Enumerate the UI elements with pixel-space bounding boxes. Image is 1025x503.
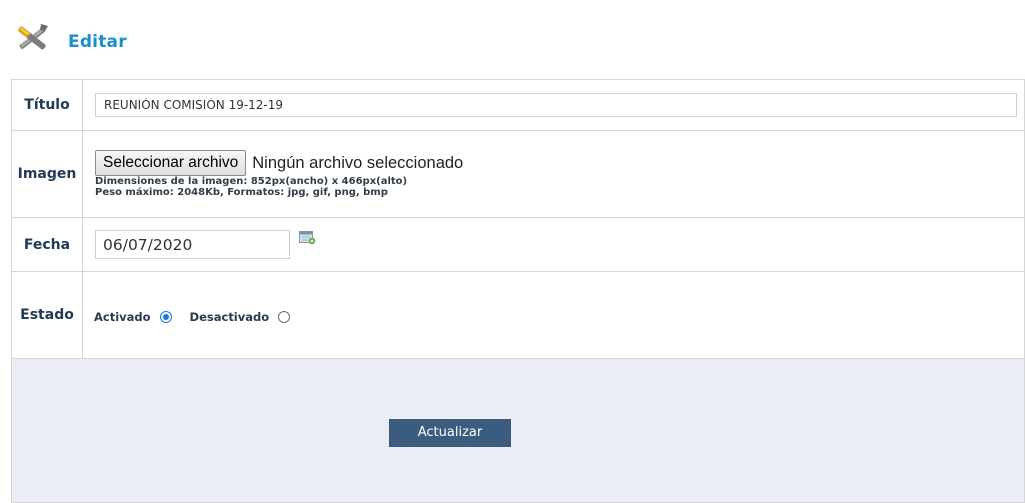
actualizar-button[interactable]: Actualizar [389,418,511,447]
actions-row: Actualizar [11,358,1025,503]
titulo-label: Título [11,79,83,131]
fecha-row: Fecha [11,217,1025,272]
titulo-input[interactable] [95,93,1017,117]
file-status: Ningún archivo seleccionado [252,153,464,172]
activado-radio[interactable] [159,311,172,323]
page-header: Editar [0,0,1025,70]
edit-form: Título Imagen Seleccionar archivo Ningún… [11,79,1025,503]
imagen-label: Imagen [11,130,83,218]
image-dimensions-hint: Dimensiones de la imagen: 852px(ancho) x… [95,176,408,187]
choose-file-button[interactable]: Seleccionar archivo [95,150,247,176]
desactivado-label[interactable]: Desactivado [190,310,270,324]
activado-label[interactable]: Activado [94,310,151,324]
imagen-row: Imagen Seleccionar archivo Ningún archiv… [11,130,1025,218]
calendar-icon[interactable] [299,230,316,245]
tools-icon [18,24,48,50]
fecha-label: Fecha [11,217,83,272]
page-title: Editar [68,32,127,52]
image-format-hint: Peso máximo: 2048Kb, Formatos: jpg, gif,… [95,187,388,198]
titulo-row: Título [11,79,1025,131]
estado-radio-group: Activado Desactivado [94,310,1024,324]
fecha-input[interactable] [95,230,290,259]
file-input[interactable]: Seleccionar archivo Ningún archivo selec… [95,150,1024,176]
estado-label: Estado [11,271,83,359]
estado-row: Estado Activado Desactivado [11,271,1025,359]
desactivado-radio[interactable] [278,311,291,323]
